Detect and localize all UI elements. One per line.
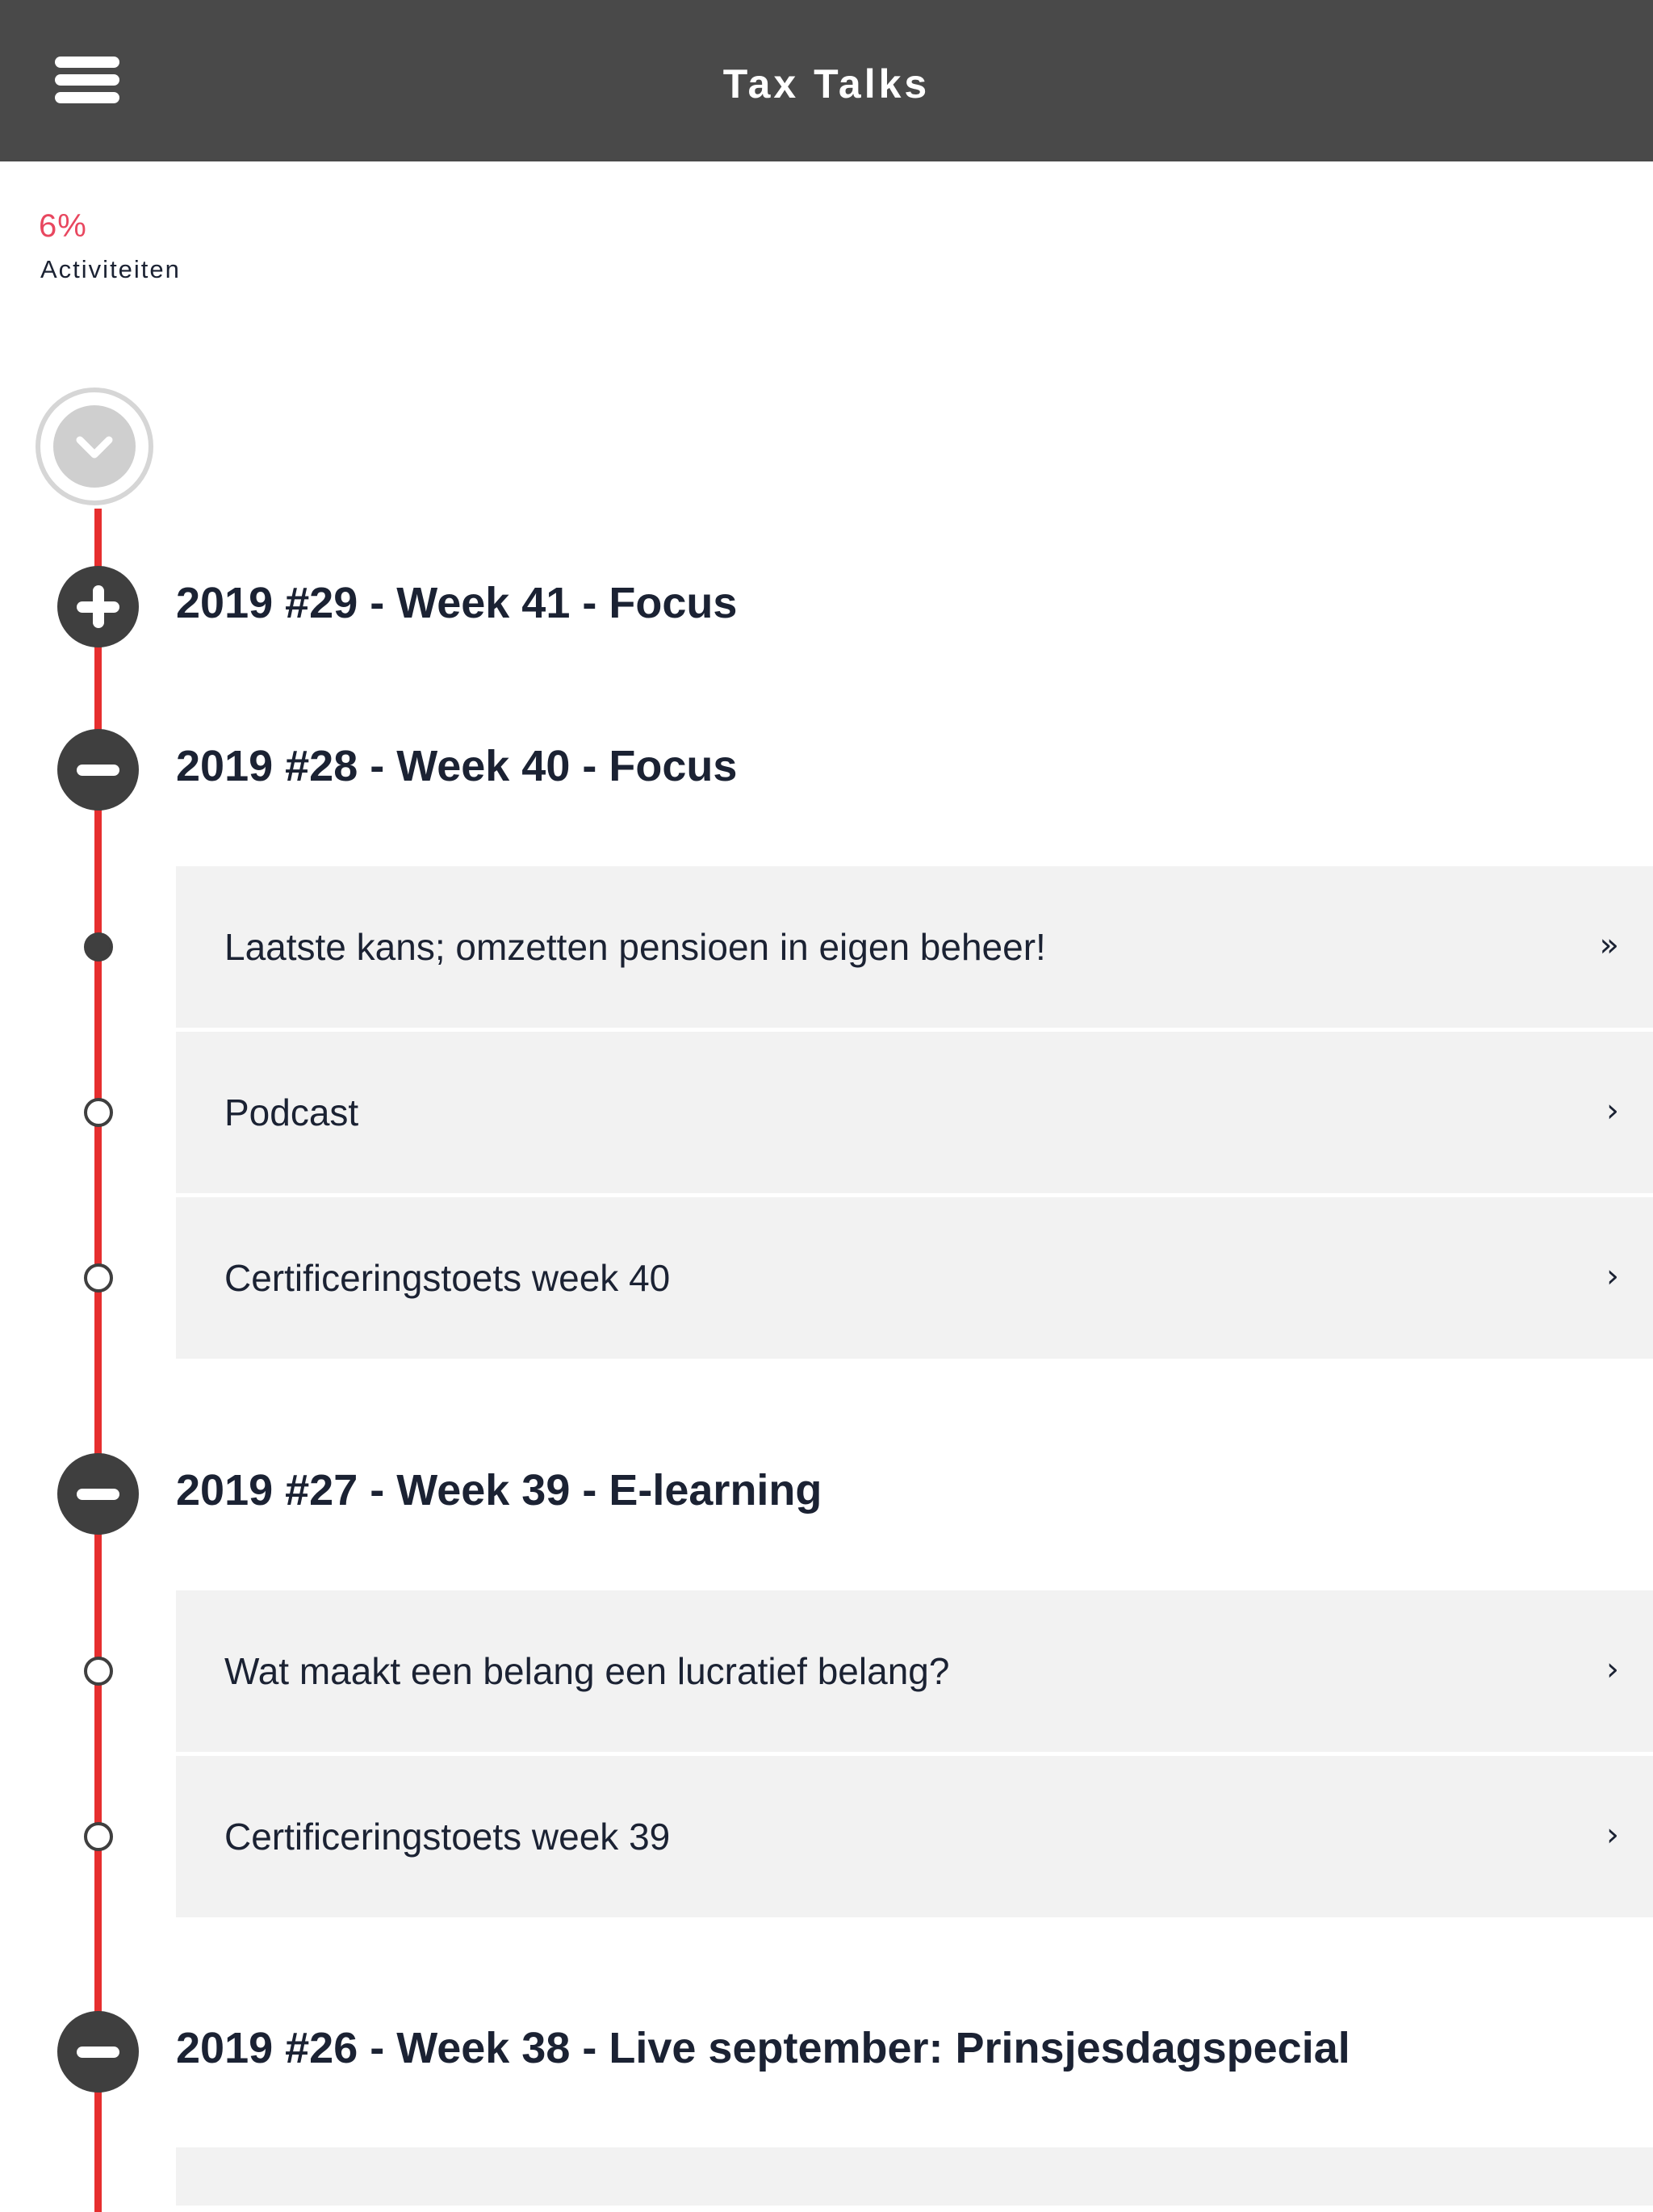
status-open-dot [84, 1263, 113, 1292]
minus-icon [77, 1489, 119, 1500]
activity-label: Certificeringstoets week 40 [224, 1257, 671, 1299]
app-title: Tax Talks [722, 61, 931, 107]
chevron-right-icon: › [1606, 1651, 1619, 1688]
activity-label: Laatste kans; omzetten pensioen in eigen… [224, 926, 1046, 968]
chevron-right-icon: › [1606, 1816, 1619, 1854]
progress-label: Activiteiten [40, 255, 181, 283]
activity-item[interactable]: Laatste kans; omzetten pensioen in eigen… [176, 866, 1653, 1028]
section-title[interactable]: 2019 #29 - Week 41 - Focus [176, 578, 737, 628]
app-header: Tax Talks [0, 0, 1653, 161]
section-title[interactable]: 2019 #28 - Week 40 - Focus [176, 741, 737, 791]
progress-percent: 6% [39, 208, 87, 244]
activity-item[interactable] [176, 2147, 1653, 2206]
double-chevron-right-icon: » [1599, 927, 1619, 964]
activity-item[interactable]: Podcast › [176, 1032, 1653, 1193]
minus-icon [77, 765, 119, 776]
section-collapse-button[interactable] [57, 1453, 139, 1535]
activity-label: Podcast [224, 1091, 359, 1133]
status-open-dot [84, 1657, 113, 1686]
section-collapse-button[interactable] [57, 2011, 139, 2093]
chevron-right-icon: › [1606, 1258, 1619, 1295]
activity-item[interactable]: Wat maakt een belang een lucratief belan… [176, 1590, 1653, 1752]
activity-item[interactable]: Certificeringstoets week 40 › [176, 1197, 1653, 1359]
activity-label: Wat maakt een belang een lucratief belan… [224, 1650, 950, 1692]
activity-label: Certificeringstoets week 39 [224, 1816, 671, 1858]
status-completed-dot [84, 932, 113, 961]
collapse-all-button[interactable] [36, 388, 153, 505]
section-expand-button[interactable] [57, 566, 139, 647]
minus-icon [77, 2047, 119, 2058]
status-open-dot [84, 1822, 113, 1851]
section-title[interactable]: 2019 #26 - Week 38 - Live september: Pri… [176, 2023, 1350, 2073]
chevron-down-icon [53, 405, 136, 488]
section-collapse-button[interactable] [57, 729, 139, 811]
status-open-dot [84, 1098, 113, 1127]
section-title[interactable]: 2019 #27 - Week 39 - E-learning [176, 1465, 822, 1515]
activity-item[interactable]: Certificeringstoets week 39 › [176, 1756, 1653, 1917]
chevron-right-icon: › [1606, 1092, 1619, 1129]
